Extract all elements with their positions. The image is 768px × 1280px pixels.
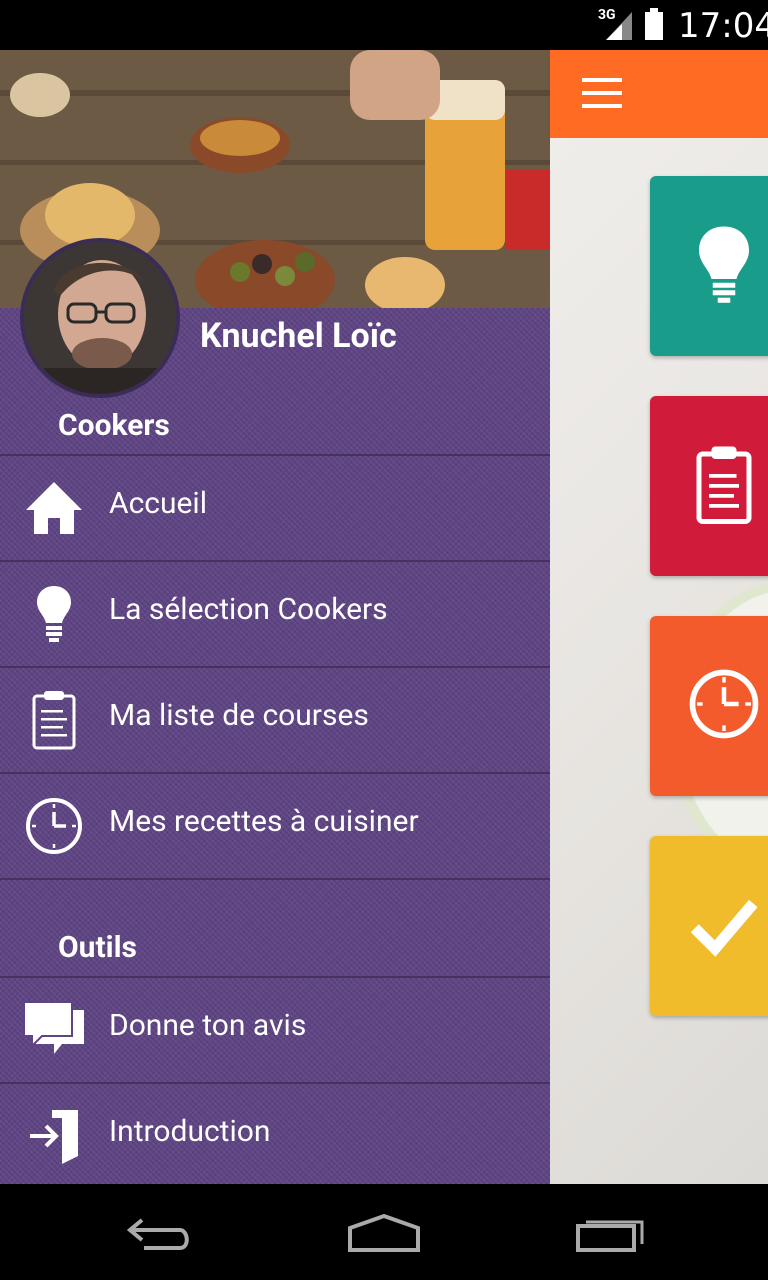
tile-shopping-list[interactable] [650,396,768,576]
avatar[interactable] [20,238,180,398]
menu-item-introduction[interactable]: Introduction [0,1084,550,1184]
clipboard-list-icon [696,446,752,524]
menu-item-label: Mes recettes à cuisiner [109,804,419,839]
hamburger-menu-icon[interactable] [582,78,624,110]
menu-item-accueil[interactable]: Accueil [0,456,550,560]
battery-icon [645,8,663,40]
system-nav-bar [0,1184,768,1280]
checkmark-icon [690,899,758,957]
menu-item-my-recipes[interactable]: Mes recettes à cuisiner [0,774,550,878]
menu-item-label: Ma liste de courses [109,698,369,733]
back-icon[interactable] [124,1214,194,1254]
clock: 17:04 [678,6,768,46]
tile-selection[interactable] [650,176,768,356]
menu-item-label: Introduction [109,1114,271,1149]
status-bar: 3G 17:04 [0,0,768,50]
tile-done[interactable] [650,836,768,1016]
menu-item-selection-cookers[interactable]: La sélection Cookers [0,562,550,666]
recents-icon[interactable] [574,1214,646,1254]
divider [0,878,550,880]
section-title-cookers: Cookers [58,408,170,443]
section-title-outils: Outils [58,930,137,965]
chat-bubbles-icon [23,1001,84,1054]
clock-icon [26,798,82,854]
navigation-drawer: Knuchel Loïc Cookers Accueil La sélectio… [0,50,550,1184]
enter-door-icon [30,1110,78,1164]
lightbulb-icon [37,586,71,642]
home-icon [26,482,82,534]
avatar-photo [24,242,176,394]
tile-my-recipes[interactable] [650,616,768,796]
signal-icon [606,12,632,40]
clock-icon [689,669,759,739]
menu-item-label: Donne ton avis [109,1008,307,1043]
menu-item-shopping-list[interactable]: Ma liste de courses [0,668,550,772]
menu-item-label: Accueil [109,486,208,521]
lightbulb-icon [699,226,749,303]
home-icon[interactable] [346,1214,422,1254]
toolbar [550,50,768,138]
menu-item-feedback[interactable]: Donne ton avis [0,978,550,1082]
menu-item-label: La sélection Cookers [109,592,388,627]
user-name: Knuchel Loïc [200,316,397,356]
clipboard-list-icon [32,691,76,750]
